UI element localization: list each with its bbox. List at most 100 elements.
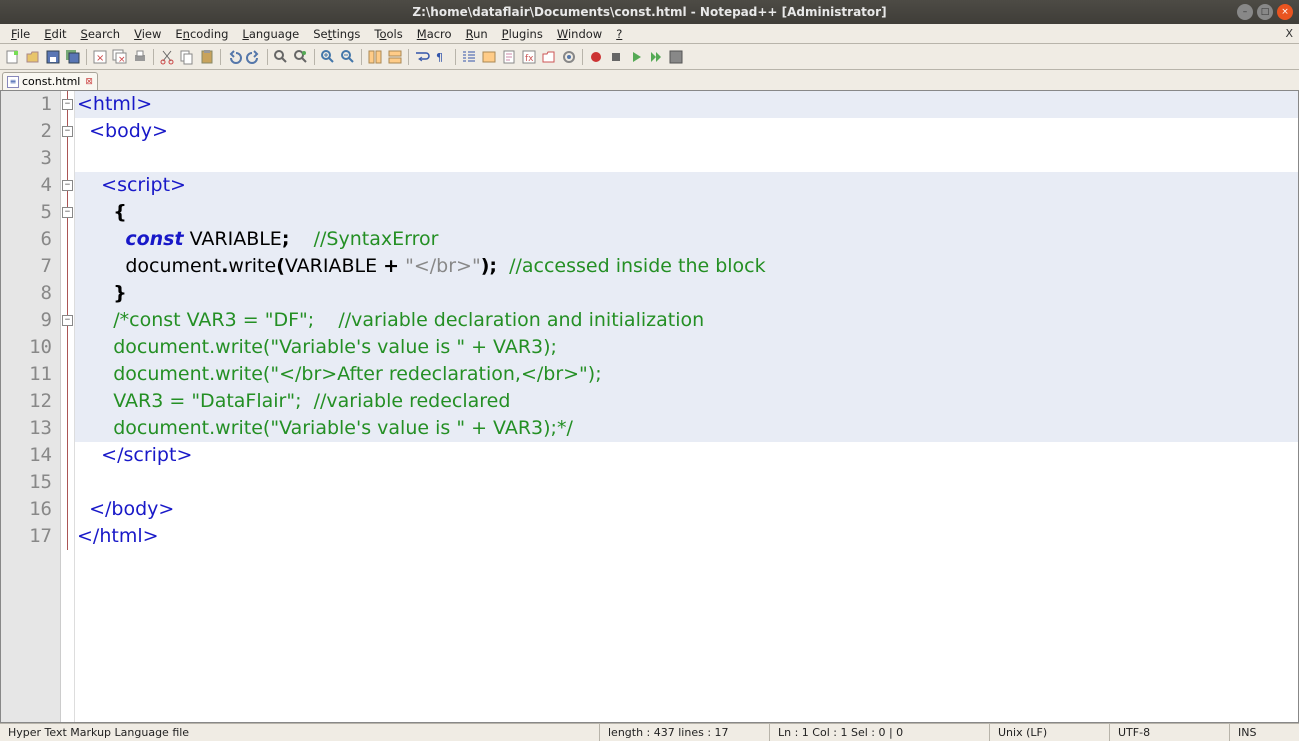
play-multi-icon[interactable] — [647, 48, 665, 66]
maximize-button[interactable]: □ — [1257, 4, 1273, 20]
indent-guide-icon[interactable] — [460, 48, 478, 66]
save-macro-icon[interactable] — [667, 48, 685, 66]
code-area[interactable]: <html> <body> <script> { const VARIABLE;… — [75, 91, 1298, 722]
code-line[interactable] — [75, 145, 1298, 172]
code-line[interactable]: </html> — [75, 523, 1298, 550]
play-macro-icon[interactable] — [627, 48, 645, 66]
code-line[interactable]: <body> — [75, 118, 1298, 145]
line-number: 13 — [1, 415, 60, 442]
status-length: length : 437 lines : 17 — [600, 724, 770, 741]
menubar-close-x[interactable]: X — [1285, 27, 1293, 40]
code-line[interactable]: <script> — [75, 172, 1298, 199]
status-encoding[interactable]: UTF-8 — [1110, 724, 1230, 741]
line-number: 16 — [1, 496, 60, 523]
toolbar-separator — [361, 49, 362, 65]
open-file-icon[interactable] — [24, 48, 42, 66]
close-file-icon[interactable]: × — [91, 48, 109, 66]
fold-column — [61, 91, 75, 722]
close-all-icon[interactable]: × — [111, 48, 129, 66]
toolbar-separator — [582, 49, 583, 65]
code-line[interactable] — [75, 469, 1298, 496]
fold-toggle-icon[interactable] — [62, 180, 73, 191]
menu-settings[interactable]: Settings — [306, 26, 367, 42]
toolbar-separator — [153, 49, 154, 65]
sync-h-icon[interactable] — [386, 48, 404, 66]
fold-toggle-icon[interactable] — [62, 126, 73, 137]
menu-view[interactable]: View — [127, 26, 168, 42]
menu-run[interactable]: Run — [459, 26, 495, 42]
undo-icon[interactable] — [225, 48, 243, 66]
code-line[interactable]: <html> — [75, 91, 1298, 118]
status-position: Ln : 1 Col : 1 Sel : 0 | 0 — [770, 724, 990, 741]
line-number: 7 — [1, 253, 60, 280]
folder-view-icon[interactable] — [540, 48, 558, 66]
record-macro-icon[interactable] — [587, 48, 605, 66]
menu-language[interactable]: Language — [235, 26, 306, 42]
statusbar: Hyper Text Markup Language file length :… — [0, 723, 1299, 741]
wordwrap-icon[interactable] — [413, 48, 431, 66]
line-number: 15 — [1, 469, 60, 496]
code-line[interactable]: VAR3 = "DataFlair"; //variable redeclare… — [75, 388, 1298, 415]
func-list-icon[interactable]: fx — [520, 48, 538, 66]
code-line[interactable]: /*const VAR3 = "DF"; //variable declarat… — [75, 307, 1298, 334]
code-line[interactable]: document.write("</br>After redeclaration… — [75, 361, 1298, 388]
code-line[interactable]: </body> — [75, 496, 1298, 523]
close-button[interactable]: × — [1277, 4, 1293, 20]
svg-text:×: × — [96, 53, 104, 64]
status-eol[interactable]: Unix (LF) — [990, 724, 1110, 741]
replace-icon[interactable] — [292, 48, 310, 66]
tabbar: ≡ const.html ⊠ — [0, 70, 1299, 90]
zoom-in-icon[interactable] — [319, 48, 337, 66]
code-line[interactable]: document.write("Variable's value is " + … — [75, 334, 1298, 361]
status-mode[interactable]: INS — [1230, 724, 1299, 741]
code-line[interactable]: document.write("Variable's value is " + … — [75, 415, 1298, 442]
menu-edit[interactable]: Edit — [37, 26, 73, 42]
tab-close-icon[interactable]: ⊠ — [85, 77, 93, 87]
show-chars-icon[interactable]: ¶ — [433, 48, 451, 66]
new-file-icon[interactable] — [4, 48, 22, 66]
menu-plugins[interactable]: Plugins — [495, 26, 550, 42]
fold-toggle-icon[interactable] — [62, 315, 73, 326]
window-controls: – □ × — [1237, 4, 1293, 20]
udp-icon[interactable] — [480, 48, 498, 66]
zoom-out-icon[interactable] — [339, 48, 357, 66]
code-line[interactable]: document.write(VARIABLE + "</br>"); //ac… — [75, 253, 1298, 280]
svg-text:×: × — [118, 55, 126, 65]
line-number: 2 — [1, 118, 60, 145]
menu-window[interactable]: Window — [550, 26, 609, 42]
menu-tools[interactable]: Tools — [367, 26, 409, 42]
redo-icon[interactable] — [245, 48, 263, 66]
menu-help[interactable]: ? — [609, 26, 629, 42]
cut-icon[interactable] — [158, 48, 176, 66]
menu-file[interactable]: File — [4, 26, 37, 42]
svg-text:¶: ¶ — [436, 51, 443, 64]
paste-icon[interactable] — [198, 48, 216, 66]
copy-icon[interactable] — [178, 48, 196, 66]
code-line[interactable]: const VARIABLE; //SyntaxError — [75, 226, 1298, 253]
sync-v-icon[interactable] — [366, 48, 384, 66]
toolbar-separator — [408, 49, 409, 65]
line-number: 8 — [1, 280, 60, 307]
stop-macro-icon[interactable] — [607, 48, 625, 66]
fold-toggle-icon[interactable] — [62, 207, 73, 218]
window-title: Z:\home\dataflair\Documents\const.html -… — [0, 5, 1299, 19]
print-icon[interactable] — [131, 48, 149, 66]
save-icon[interactable] — [44, 48, 62, 66]
menu-search[interactable]: Search — [74, 26, 128, 42]
line-numbers: 1234567891011121314151617 — [1, 91, 61, 722]
toolbar-separator — [267, 49, 268, 65]
find-icon[interactable] — [272, 48, 290, 66]
code-line[interactable]: } — [75, 280, 1298, 307]
line-number: 17 — [1, 523, 60, 550]
doc-map-icon[interactable] — [500, 48, 518, 66]
fold-toggle-icon[interactable] — [62, 99, 73, 110]
code-line[interactable]: { — [75, 199, 1298, 226]
monitor-icon[interactable] — [560, 48, 578, 66]
code-line[interactable]: </script> — [75, 442, 1298, 469]
tab-const-html[interactable]: ≡ const.html ⊠ — [2, 72, 98, 90]
toolbar-separator — [455, 49, 456, 65]
menu-encoding[interactable]: Encoding — [168, 26, 235, 42]
menu-macro[interactable]: Macro — [410, 26, 459, 42]
save-all-icon[interactable] — [64, 48, 82, 66]
minimize-button[interactable]: – — [1237, 4, 1253, 20]
